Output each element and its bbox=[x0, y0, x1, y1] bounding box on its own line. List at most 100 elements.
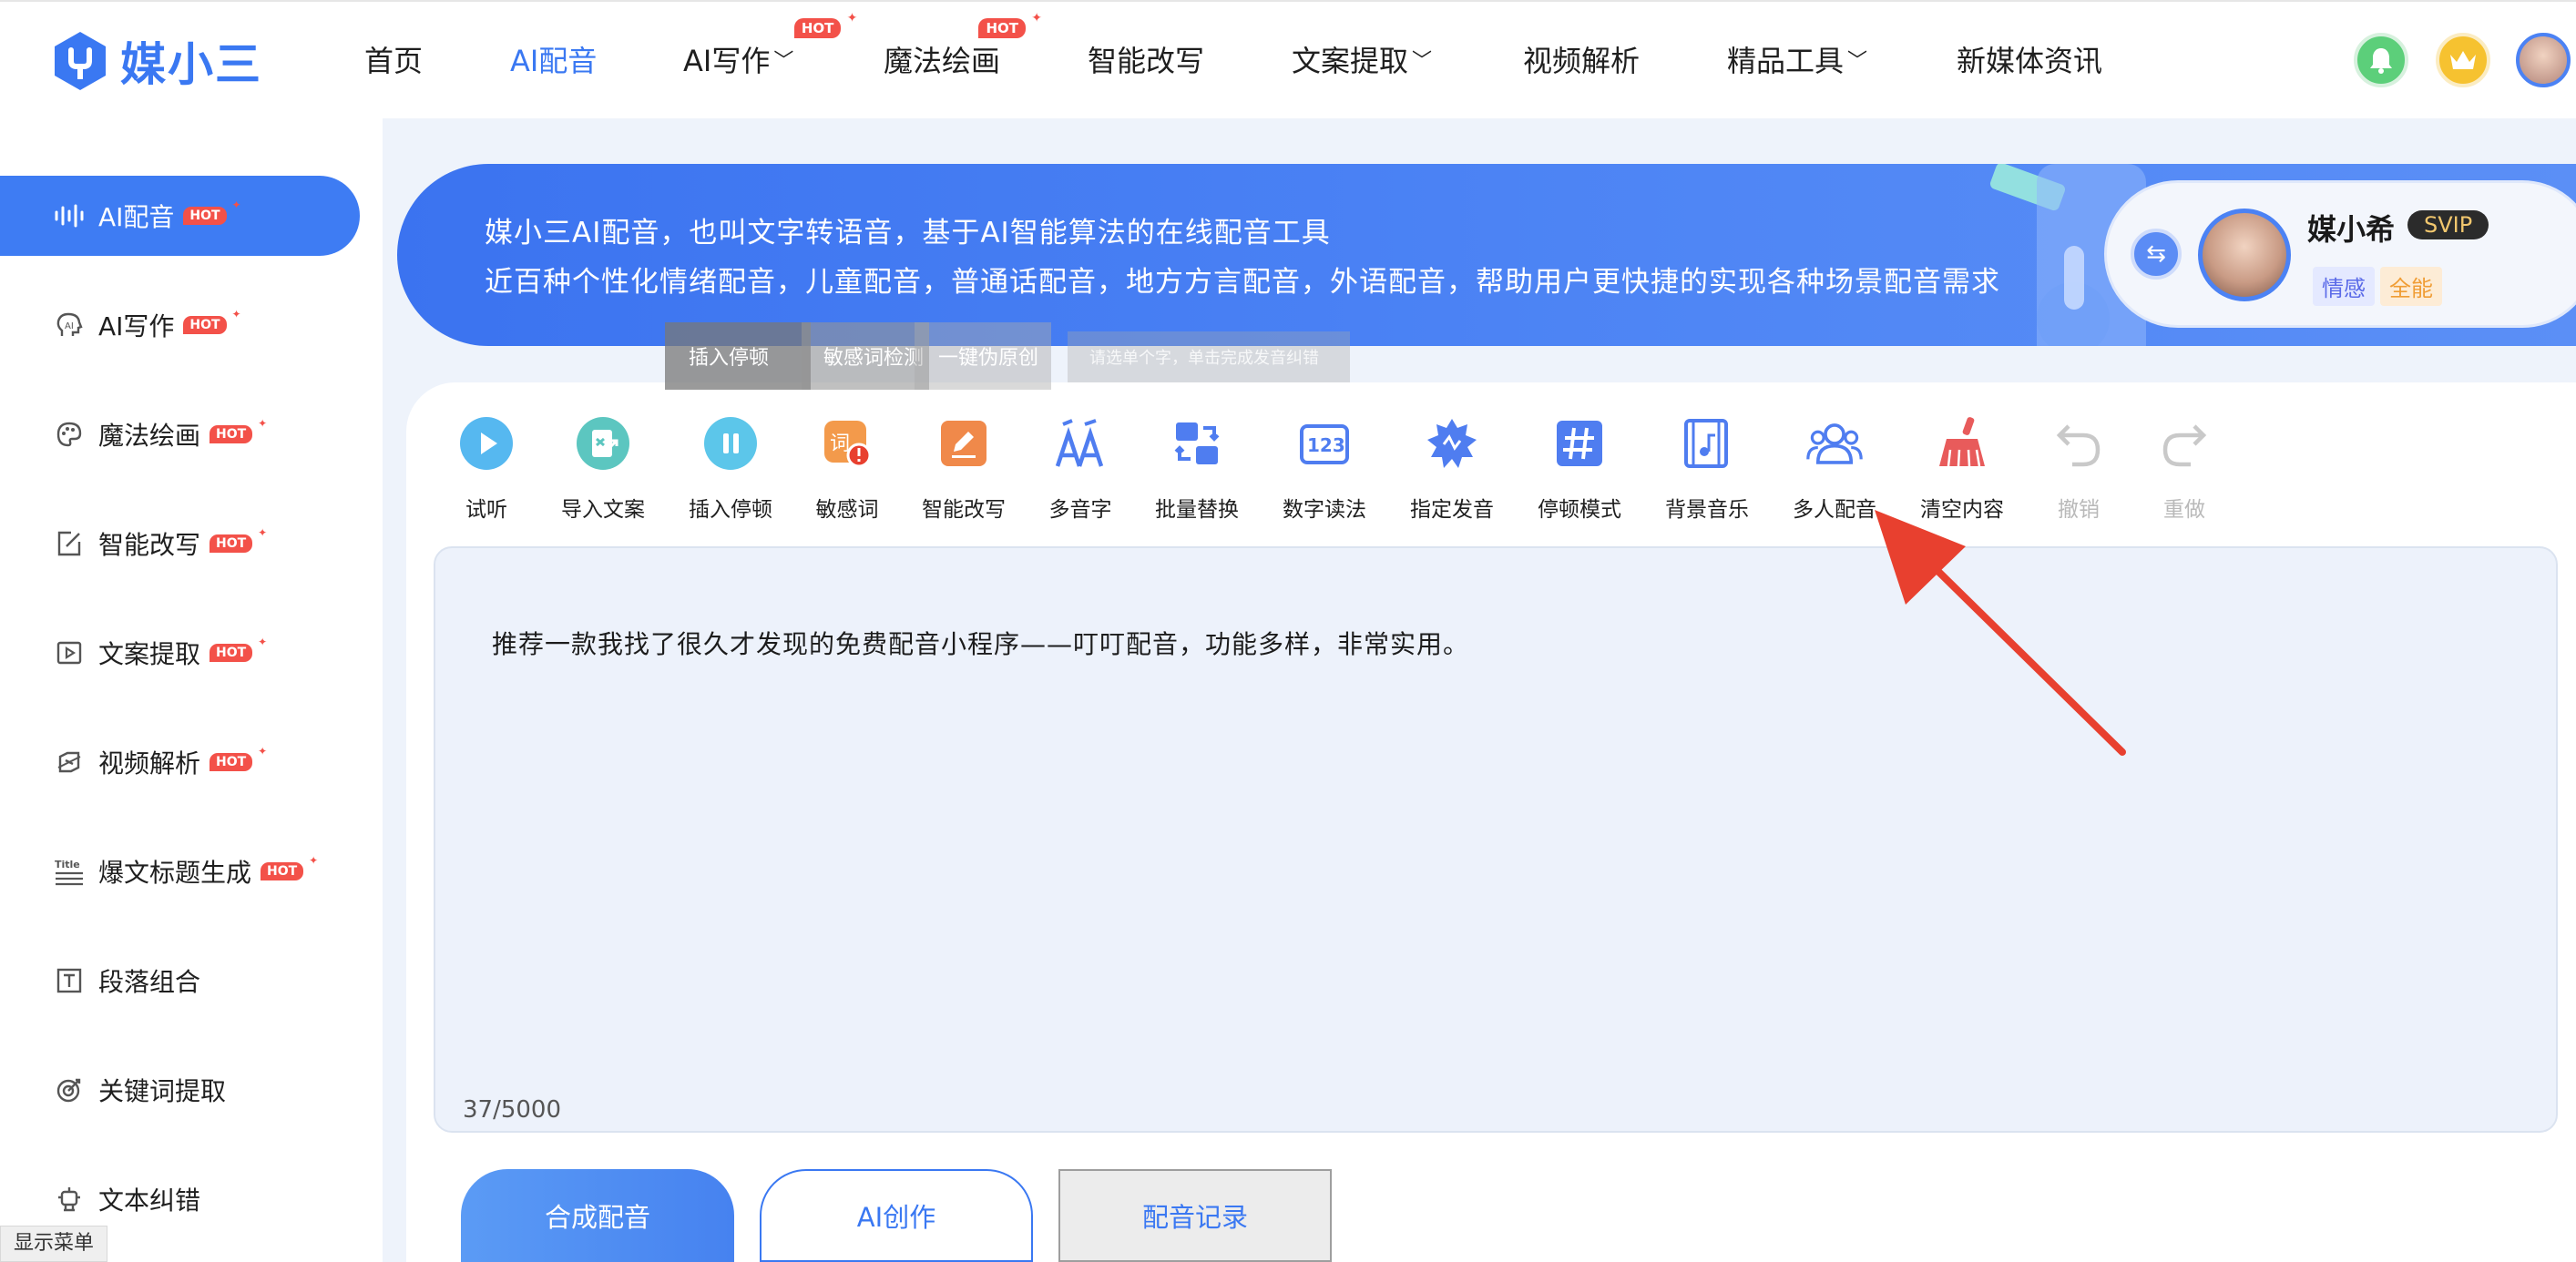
tool-specify-pronounce[interactable]: 指定发音 bbox=[1397, 415, 1507, 523]
sidebar-item-label: 智能改写 bbox=[98, 530, 201, 560]
app-logo[interactable]: 媒小三 bbox=[53, 27, 262, 95]
editor-content[interactable]: 推荐一款我找了很久才发现的免费配音小程序——叮叮配音，功能多样，非常实用。 bbox=[492, 625, 1469, 661]
text-box-icon bbox=[53, 964, 86, 997]
sidebar-item-title-gen[interactable]: Title 爆文标题生成 HOT bbox=[0, 831, 360, 911]
sidebar-item-label: 魔法绘画 bbox=[98, 421, 201, 451]
sidebar: AI配音 HOT AI AI写作 HOT 魔法绘画 HOT 智能改写 HOT 文… bbox=[0, 118, 383, 1262]
pronounce-icon bbox=[1424, 415, 1480, 472]
tooltip-insert-pause: 插入停顿 bbox=[665, 322, 811, 390]
tag-emotion: 情感 bbox=[2313, 267, 2375, 306]
target-icon bbox=[53, 1074, 86, 1106]
edit-icon bbox=[53, 527, 86, 560]
nav-home[interactable]: 首页 bbox=[364, 38, 423, 80]
svg-text:AI: AI bbox=[65, 321, 74, 331]
number-icon: 123 bbox=[1296, 415, 1353, 472]
voice-name: 媒小希 bbox=[2307, 212, 2396, 247]
hot-badge: HOT bbox=[793, 11, 857, 38]
char-count: 37/5000 bbox=[463, 1096, 562, 1124]
video-extract-icon bbox=[53, 636, 86, 669]
sidebar-item-label: 关键词提取 bbox=[98, 1076, 227, 1106]
batch-replace-icon bbox=[1169, 415, 1225, 472]
hot-badge: HOT bbox=[183, 198, 241, 225]
user-profile-card[interactable]: ⇆ 媒小希 SVIP 情感 全能 bbox=[2104, 180, 2576, 328]
banner-line-1: 媒小三AI配音，也叫文字转语音，基于AI智能算法的在线配音工具 bbox=[485, 217, 1331, 249]
tool-insert-pause[interactable]: 插入停顿 bbox=[676, 415, 785, 523]
synthesize-button[interactable]: 合成配音 bbox=[461, 1169, 734, 1262]
tool-sensitive-word[interactable]: 词 敏感词 bbox=[792, 415, 902, 523]
hot-badge: HOT bbox=[210, 525, 267, 553]
tooltip-pronounce-hint: 请选单个字，单击完成发音纠错 bbox=[1068, 331, 1350, 382]
chevron-down-icon: ﹀ bbox=[1412, 50, 1433, 73]
tool-multi-voice[interactable]: 多人配音 bbox=[1780, 415, 1889, 523]
broom-icon bbox=[1934, 415, 1990, 472]
sidebar-item-keyword-extract[interactable]: 关键词提取 bbox=[0, 1050, 360, 1130]
logo-hexagon-icon bbox=[53, 30, 107, 92]
hot-badge: HOT bbox=[978, 11, 1041, 38]
tool-number-reading[interactable]: 123 数字读法 bbox=[1270, 415, 1379, 523]
nav-smart-rewrite[interactable]: 智能改写 bbox=[1088, 38, 1204, 80]
sidebar-item-copy-extract[interactable]: 文案提取 HOT bbox=[0, 613, 360, 693]
polyphone-icon bbox=[1052, 415, 1109, 472]
sidebar-item-ai-writing[interactable]: AI AI写作 HOT bbox=[0, 285, 360, 365]
annotation-arrow-icon bbox=[1875, 510, 2126, 756]
user-avatar[interactable] bbox=[2516, 33, 2571, 87]
nav-video-parse[interactable]: 视频解析 bbox=[1523, 38, 1640, 80]
svg-text:词: 词 bbox=[830, 433, 850, 455]
tag-versatile: 全能 bbox=[2380, 267, 2442, 306]
sidebar-item-magic-painting[interactable]: 魔法绘画 HOT bbox=[0, 394, 360, 474]
text-editor[interactable]: 推荐一款我找了很久才发现的免费配音小程序——叮叮配音，功能多样，非常实用。 37… bbox=[434, 546, 2558, 1133]
nav-ai-dubbing[interactable]: AI配音 bbox=[510, 38, 597, 80]
show-menu-button[interactable]: 显示菜单 bbox=[0, 1226, 108, 1262]
hash-icon bbox=[1551, 415, 1608, 472]
hot-badge: HOT bbox=[210, 416, 267, 443]
palette-icon bbox=[53, 418, 86, 451]
sidebar-item-label: AI配音 bbox=[98, 202, 175, 232]
nav-copy-extract[interactable]: 文案提取 ﹀ bbox=[1292, 38, 1432, 80]
top-nav-bar: 媒小三 首页 AI配音 AI写作﹀HOT 魔法绘画HOT 智能改写 文案提取﹀ … bbox=[0, 0, 2576, 118]
svg-text:Title: Title bbox=[55, 859, 80, 870]
hot-badge: HOT bbox=[210, 635, 267, 662]
voice-avatar bbox=[2198, 209, 2291, 301]
tool-clear-content[interactable]: 清空内容 bbox=[1907, 415, 2017, 523]
tool-import-copy[interactable]: 导入文案 bbox=[548, 415, 658, 523]
multi-user-icon bbox=[1806, 415, 1863, 472]
notification-bell-icon[interactable] bbox=[2354, 33, 2408, 87]
swap-icon[interactable]: ⇆ bbox=[2131, 229, 2182, 280]
hot-badge: HOT bbox=[183, 307, 241, 334]
ai-create-button[interactable]: AI创作 bbox=[760, 1169, 1033, 1262]
tool-preview[interactable]: 试听 bbox=[432, 415, 541, 523]
undo-icon bbox=[2050, 415, 2107, 472]
chevron-down-icon: ﹀ bbox=[773, 50, 794, 73]
sidebar-item-paragraph-combine[interactable]: 段落组合 bbox=[0, 941, 360, 1021]
sidebar-item-ai-dubbing[interactable]: AI配音 HOT bbox=[0, 176, 360, 256]
sidebar-item-smart-rewrite[interactable]: 智能改写 HOT bbox=[0, 504, 360, 584]
svg-text:123: 123 bbox=[1307, 434, 1345, 456]
redo-icon bbox=[2156, 415, 2213, 472]
nav-magic-painting[interactable]: 魔法绘画 HOT bbox=[884, 11, 1041, 80]
tool-undo[interactable]: 撤销 bbox=[2024, 415, 2133, 523]
sidebar-item-video-parse[interactable]: 视频解析 HOT bbox=[0, 722, 360, 802]
tool-pause-mode[interactable]: 停顿模式 bbox=[1525, 415, 1634, 523]
tool-background-music[interactable]: 背景音乐 bbox=[1652, 415, 1762, 523]
nav-media-news[interactable]: 新媒体资讯 bbox=[1957, 38, 2102, 80]
pause-icon bbox=[702, 415, 759, 472]
hot-badge: HOT bbox=[210, 744, 267, 771]
sidebar-item-label: 爆文标题生成 bbox=[98, 858, 252, 888]
tool-smart-rewrite[interactable]: 智能改写 bbox=[909, 415, 1018, 523]
video-parse-icon bbox=[53, 746, 86, 779]
robot-icon bbox=[53, 1183, 86, 1216]
waveform-icon bbox=[53, 199, 86, 232]
title-icon: Title bbox=[53, 855, 86, 888]
crown-vip-icon[interactable] bbox=[2436, 33, 2490, 87]
tool-batch-replace[interactable]: 批量替换 bbox=[1142, 415, 1252, 523]
sidebar-item-label: 文本纠错 bbox=[98, 1186, 201, 1216]
hot-badge: HOT bbox=[261, 853, 318, 880]
nav-premium-tools[interactable]: 精品工具 ﹀ bbox=[1727, 38, 1867, 80]
sidebar-item-label: AI写作 bbox=[98, 311, 175, 341]
tool-redo[interactable]: 重做 bbox=[2130, 415, 2239, 523]
sidebar-item-label: 段落组合 bbox=[98, 967, 201, 997]
dubbing-records-button[interactable]: 配音记录 bbox=[1058, 1169, 1332, 1262]
tool-polyphone[interactable]: 多音字 bbox=[1026, 415, 1135, 523]
ai-head-icon: AI bbox=[53, 309, 86, 341]
nav-ai-writing[interactable]: AI写作 ﹀ HOT bbox=[683, 11, 857, 80]
